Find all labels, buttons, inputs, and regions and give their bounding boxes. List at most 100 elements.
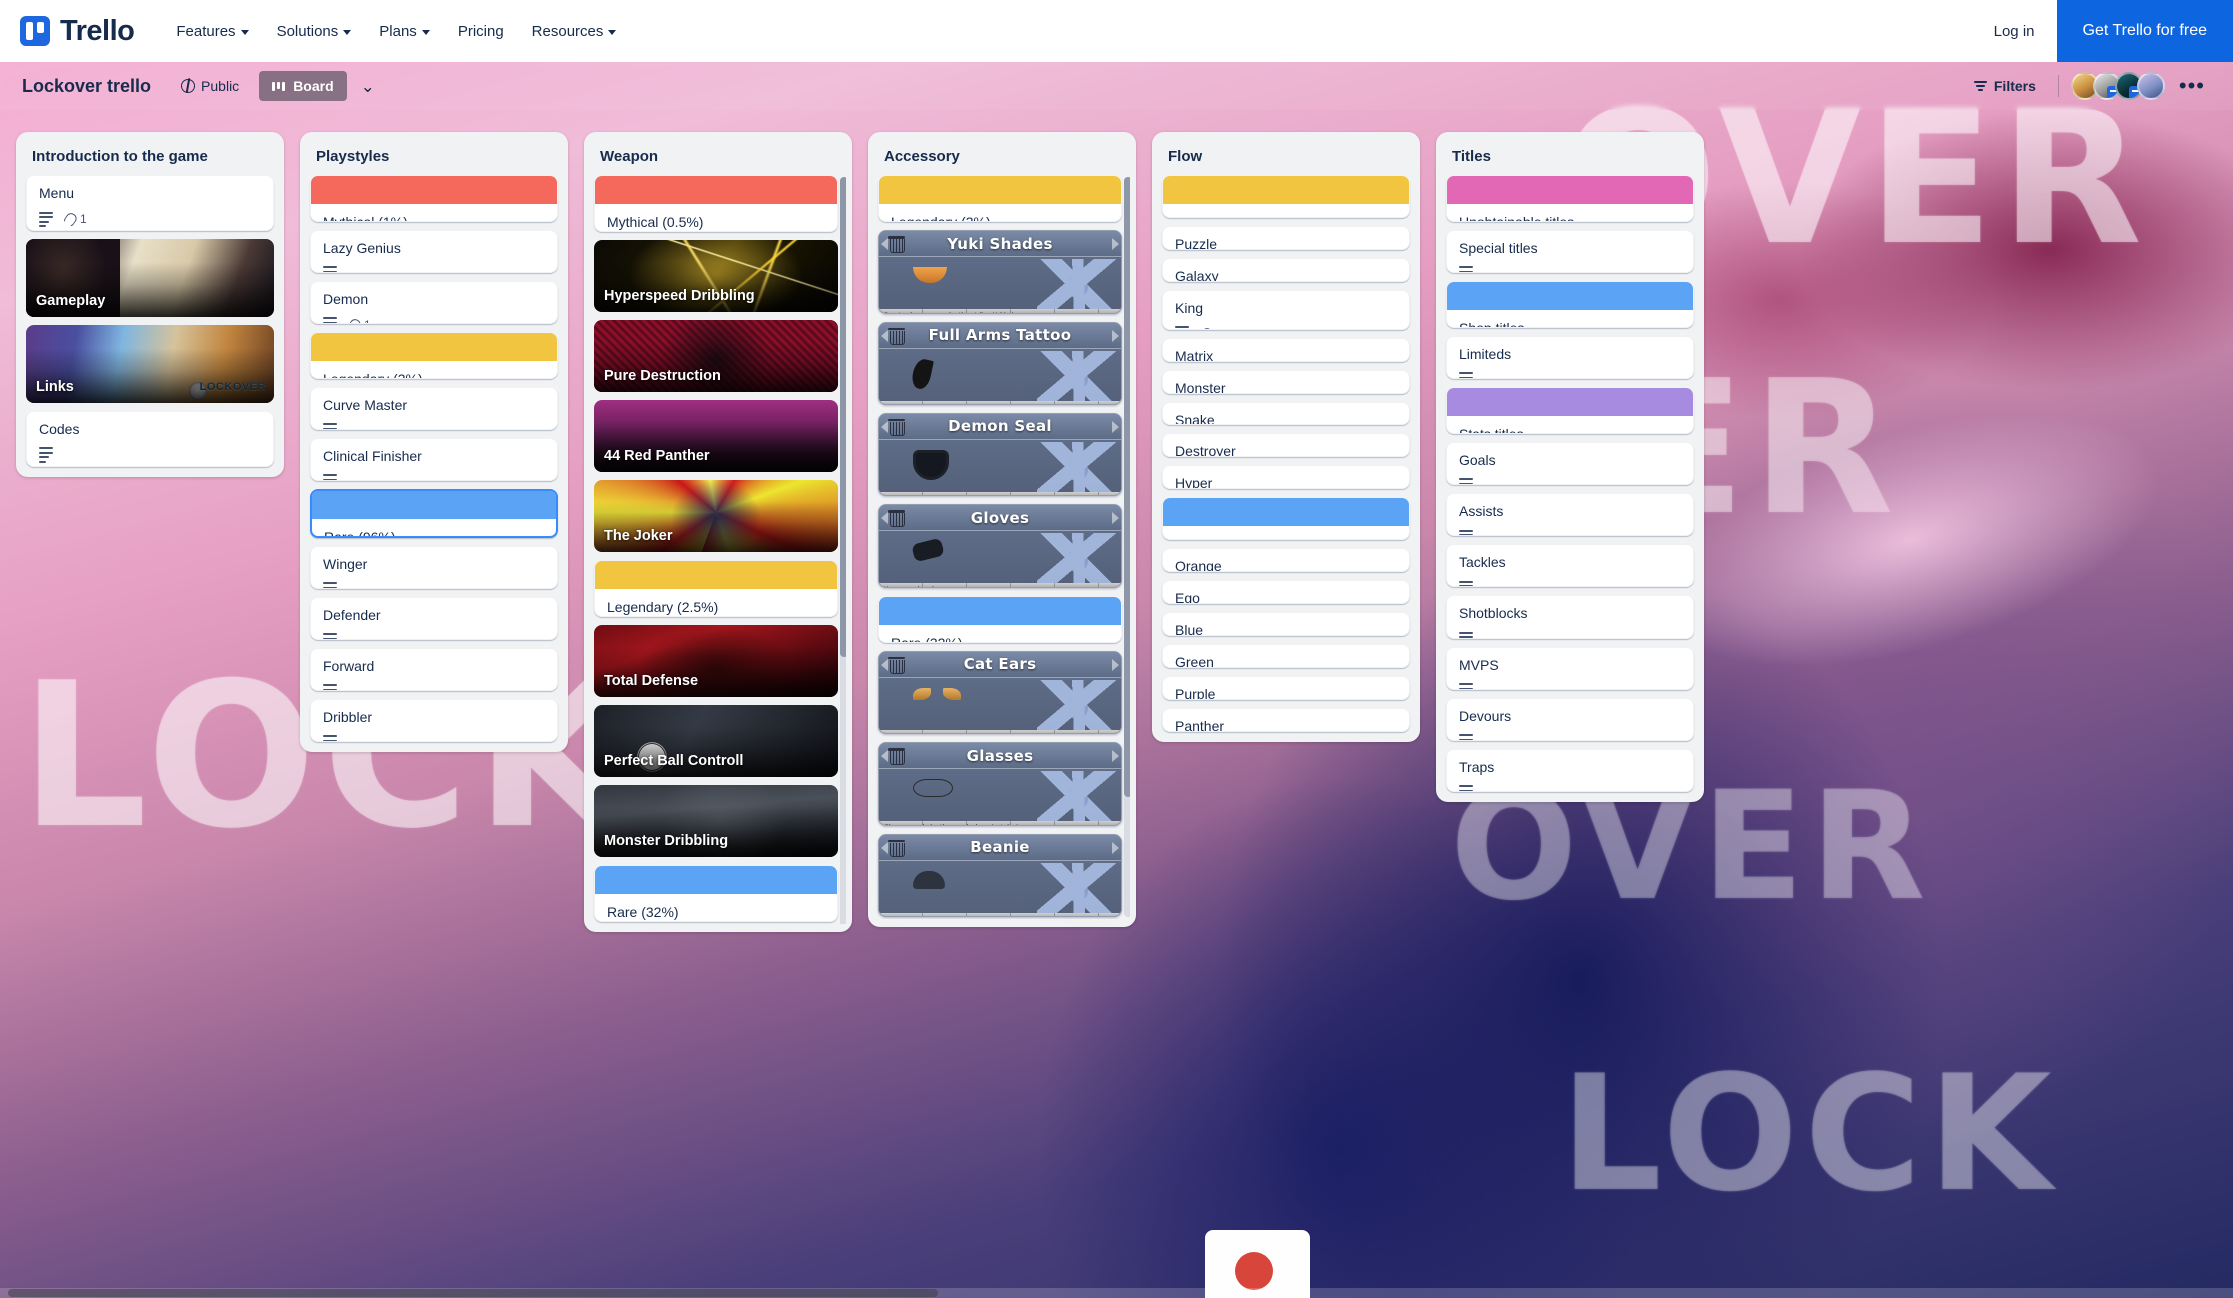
list-title[interactable]: Weapon — [590, 142, 846, 175]
card[interactable]: Puzzle — [1162, 226, 1410, 250]
list-title[interactable]: Playstyles — [306, 142, 562, 175]
card-accessory[interactable]: GlovesKeep your hands warmGloves — [878, 504, 1122, 587]
card[interactable]: Legendary (2.5%) — [594, 560, 838, 617]
card[interactable]: Special titles — [1446, 230, 1694, 273]
card-cover[interactable]: Links — [26, 325, 274, 403]
card[interactable]: Dribbler — [310, 699, 558, 742]
card-cover[interactable]: 44 Red Panther — [594, 400, 838, 472]
nav-link-resources[interactable]: Resources — [518, 15, 631, 48]
card[interactable]: Goals — [1446, 442, 1694, 485]
board-view-button[interactable]: Board — [259, 71, 346, 101]
list-title[interactable]: Titles — [1442, 142, 1698, 175]
board-horizontal-scrollbar[interactable] — [0, 1288, 2233, 1298]
list-playstyles[interactable]: PlaystylesMythical (1%) Lazy Genius Demon1… — [300, 132, 568, 752]
card[interactable]: Rare (32%) — [594, 865, 838, 922]
card[interactable]: Destroyer — [1162, 433, 1410, 457]
filters-button[interactable]: Filters — [1964, 72, 2046, 100]
card[interactable]: Legendary (3%) — [310, 332, 558, 379]
nav-link-features[interactable]: Features — [162, 15, 262, 48]
board-menu-button[interactable]: ••• — [2169, 77, 2215, 95]
chevron-down-icon[interactable]: ⌄ — [361, 78, 375, 95]
avatar[interactable] — [2137, 72, 2165, 100]
card-accessory[interactable]: Full Arms Tattoo-Full Arms Tatoo — [878, 322, 1122, 405]
card[interactable]: Shotblocks — [1446, 595, 1694, 638]
trash-icon[interactable] — [889, 747, 904, 764]
list-title[interactable]: Introduction to the game — [22, 142, 278, 175]
list-title[interactable]: Flow — [1158, 142, 1414, 175]
card[interactable]: Snake — [1162, 402, 1410, 426]
card[interactable]: Rare (97%) — [1162, 497, 1410, 540]
card[interactable]: Ego — [1162, 580, 1410, 604]
card[interactable]: Tackles — [1446, 544, 1694, 587]
list-weapon[interactable]: WeaponMythical (0.5%) Hyperspeed Dribblin… — [584, 132, 852, 932]
list-introduction-to-the-game[interactable]: Introduction to the gameMenu1 Gameplay Lin… — [16, 132, 284, 477]
trash-icon[interactable] — [889, 327, 904, 344]
get-trello-free-button[interactable]: Get Trello for free — [2057, 0, 2233, 62]
card[interactable]: Limiteds — [1446, 336, 1694, 379]
card[interactable]: Clinical Finisher — [310, 438, 558, 481]
card-accessory[interactable]: BeanieBeanie — [878, 834, 1122, 917]
card[interactable]: Panther — [1162, 708, 1410, 732]
card[interactable]: Defender — [310, 597, 558, 640]
card[interactable]: Winger — [310, 546, 558, 589]
card[interactable]: Galaxy — [1162, 258, 1410, 282]
board-title[interactable]: Lockover trello — [22, 76, 151, 97]
list-title[interactable]: Accessory — [874, 142, 1130, 175]
list-flow[interactable]: FlowLegendary (3%)PuzzleGalaxyKing1Matri… — [1152, 132, 1420, 742]
card[interactable]: Blue — [1162, 612, 1410, 636]
card[interactable]: Assists — [1446, 493, 1694, 536]
card[interactable]: Mythical (1%) — [310, 175, 558, 222]
card[interactable]: Shop titles — [1446, 281, 1694, 328]
list-scrollbar[interactable] — [1124, 177, 1130, 917]
trash-icon[interactable] — [889, 235, 904, 252]
card[interactable]: Green — [1162, 644, 1410, 668]
card-accessory[interactable]: Cat Ears2023 Halloween EventCat Ears — [878, 651, 1122, 734]
card-cover[interactable]: Hyperspeed Dribbling — [594, 240, 838, 312]
card[interactable]: Hyper — [1162, 465, 1410, 489]
list-scrollbar[interactable] — [840, 177, 846, 924]
card[interactable]: Rare (96%) — [310, 489, 558, 538]
trello-logo[interactable]: Trello — [20, 15, 134, 48]
card[interactable]: Devours — [1446, 698, 1694, 741]
card[interactable]: King1 — [1162, 290, 1410, 330]
card[interactable]: Stats titles — [1446, 387, 1694, 434]
card[interactable]: Purple — [1162, 676, 1410, 700]
card-cover[interactable]: Pure Destruction — [594, 320, 838, 392]
trash-icon[interactable] — [889, 656, 904, 673]
card-cover[interactable]: Gameplay — [26, 239, 274, 317]
nav-link-solutions[interactable]: Solutions — [263, 15, 366, 48]
board-visibility-button[interactable]: Public — [173, 73, 247, 99]
card[interactable]: Legendary (3%) — [878, 175, 1122, 222]
login-button[interactable]: Log in — [1972, 13, 2057, 50]
card[interactable]: Traps — [1446, 749, 1694, 792]
card-cover[interactable]: Total Defense — [594, 625, 838, 697]
card-cover[interactable]: The Joker — [594, 480, 838, 552]
nav-link-plans[interactable]: Plans — [365, 15, 444, 48]
card-accessory[interactable]: GlassesGlasses made by the overlock proj… — [878, 742, 1122, 825]
card[interactable]: Curve Master — [310, 387, 558, 430]
card[interactable]: Lazy Genius — [310, 230, 558, 273]
card[interactable]: Rare (32%) — [878, 596, 1122, 643]
card[interactable]: MVPS — [1446, 647, 1694, 690]
card[interactable]: Unobtainable titles — [1446, 175, 1694, 222]
trash-icon[interactable] — [889, 509, 904, 526]
nav-link-pricing[interactable]: Pricing — [444, 15, 518, 48]
card[interactable]: Demon1 — [310, 281, 558, 324]
scrollbar-thumb[interactable] — [8, 1289, 938, 1297]
card[interactable]: Legendary (3%) — [1162, 175, 1410, 218]
card-accessory[interactable]: Yuki ShadesSports glasses worn by the st… — [878, 230, 1122, 313]
scrollbar-thumb[interactable] — [840, 177, 846, 657]
list-accessory[interactable]: AccessoryLegendary (3%) Yuki ShadesSports… — [868, 132, 1136, 927]
trash-icon[interactable] — [889, 418, 904, 435]
board-lists-container[interactable]: Introduction to the gameMenu1 Gameplay Lin… — [0, 110, 2233, 1298]
trash-icon[interactable] — [889, 839, 904, 856]
card[interactable]: Monster — [1162, 370, 1410, 394]
card-cover[interactable]: Monster Dribbling — [594, 785, 838, 857]
card[interactable]: Codes — [26, 411, 274, 467]
list-titles[interactable]: TitlesUnobtainable titles Special titles S… — [1436, 132, 1704, 802]
card[interactable]: Forward — [310, 648, 558, 691]
scrollbar-thumb[interactable] — [1124, 177, 1130, 797]
card[interactable]: Orange — [1162, 548, 1410, 572]
card[interactable]: Mythical (0.5%) — [594, 175, 838, 232]
card[interactable]: Menu1 — [26, 175, 274, 231]
